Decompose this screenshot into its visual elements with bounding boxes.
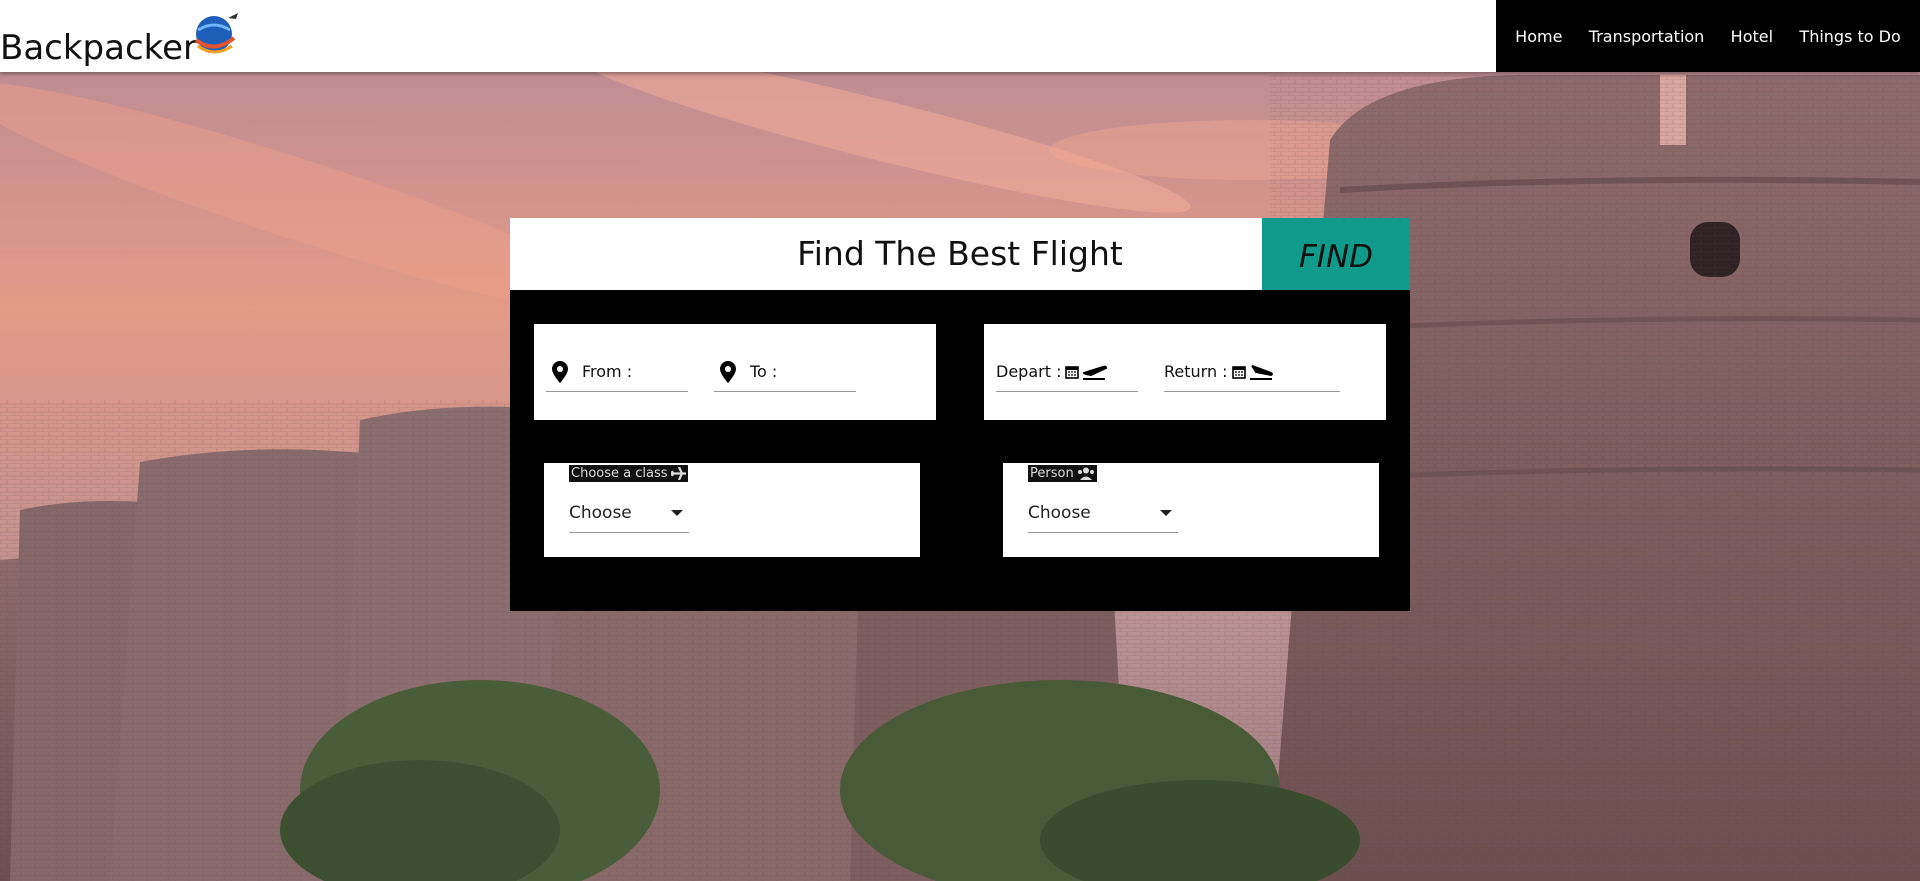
depart-label: Depart : (996, 362, 1062, 381)
nav-hotel[interactable]: Hotel (1731, 27, 1773, 46)
class-label: Choose a class (569, 465, 688, 482)
card-body: From : To : Depart : Return : Choose a c… (510, 290, 1410, 611)
caret-down-icon (671, 509, 683, 516)
flight-search-card: Find The Best Flight FIND From : To : De… (510, 218, 1410, 611)
caret-down-icon (1160, 509, 1172, 516)
return-label: Return : (1164, 362, 1228, 381)
person-select[interactable]: Choose (1028, 493, 1178, 533)
nav-things-to-do[interactable]: Things to Do (1799, 27, 1900, 46)
person-label: Person (1028, 465, 1097, 482)
plane-arrival-icon (1249, 364, 1273, 380)
plane-departure-icon (1083, 365, 1108, 380)
users-icon (1077, 467, 1094, 480)
from-label: From : (582, 362, 633, 381)
card-header: Find The Best Flight FIND (510, 218, 1410, 290)
dates-box: Depart : Return : (984, 324, 1386, 420)
main-nav: Home Transportation Hotel Things to Do (1496, 0, 1920, 72)
map-pin-icon (552, 360, 568, 383)
nav-transportation[interactable]: Transportation (1589, 27, 1705, 46)
person-box: Person Choose (1003, 463, 1379, 557)
depart-field[interactable]: Depart : (996, 352, 1138, 392)
calendar-icon (1231, 365, 1246, 379)
find-button[interactable]: FIND (1262, 218, 1410, 290)
calendar-icon (1065, 365, 1080, 379)
from-field[interactable]: From : (546, 352, 688, 392)
class-select[interactable]: Choose (569, 493, 689, 533)
return-field[interactable]: Return : (1164, 352, 1340, 392)
brand-name[interactable]: Backpacker (0, 28, 197, 68)
plane-icon (670, 467, 686, 480)
to-label: To : (750, 362, 778, 381)
map-pin-icon (720, 360, 736, 383)
class-box: Choose a class Choose (544, 463, 920, 557)
route-box: From : To : (534, 324, 936, 420)
to-field[interactable]: To : (714, 352, 856, 392)
nav-home[interactable]: Home (1515, 27, 1562, 46)
site-header: Backpacker Home Transportation Hotel Thi… (0, 0, 1920, 72)
globe-plane-logo-icon[interactable] (192, 10, 240, 56)
